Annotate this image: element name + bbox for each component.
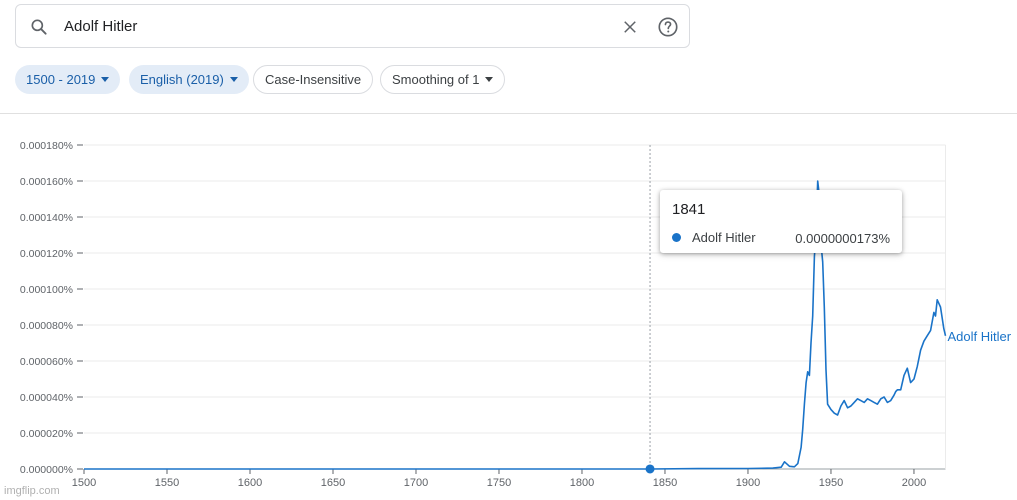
y-tick-label: 0.000180% xyxy=(20,140,73,152)
y-tick-label: 0.000040% xyxy=(20,392,73,404)
y-tick-label: 0.000020% xyxy=(20,428,73,440)
series-end-label: Adolf Hitler xyxy=(948,329,1012,344)
x-tick-label: 1950 xyxy=(819,477,843,489)
x-tick-label: 1700 xyxy=(404,477,428,489)
x-tick-label: 1500 xyxy=(72,477,96,489)
hover-tooltip: 1841 Adolf Hitler 0.0000000173% xyxy=(660,190,902,253)
x-tick-label: 1600 xyxy=(238,477,262,489)
x-tick-label: 1850 xyxy=(653,477,677,489)
series-dot-icon xyxy=(672,233,681,242)
y-tick-label: 0.000100% xyxy=(20,284,73,296)
x-tick-label: 1900 xyxy=(736,477,760,489)
x-tick-label: 1750 xyxy=(487,477,511,489)
y-tick-label: 0.000120% xyxy=(20,248,73,260)
y-tick-label: 0.000060% xyxy=(20,356,73,368)
y-tick-label: 0.000000% xyxy=(20,464,73,476)
x-tick-label: 1650 xyxy=(321,477,345,489)
tooltip-year: 1841 xyxy=(672,201,706,218)
x-tick-label: 1550 xyxy=(155,477,179,489)
y-tick-label: 0.000160% xyxy=(20,176,73,188)
x-tick-label: 1800 xyxy=(570,477,594,489)
tooltip-series-name: Adolf Hitler xyxy=(692,230,756,245)
watermark: imgflip.com xyxy=(4,485,60,497)
y-tick-label: 0.000080% xyxy=(20,320,73,332)
y-tick-label: 0.000140% xyxy=(20,212,73,224)
tooltip-value: 0.0000000173% xyxy=(795,231,890,246)
highlight-point xyxy=(645,464,655,474)
x-tick-label: 2000 xyxy=(902,477,926,489)
